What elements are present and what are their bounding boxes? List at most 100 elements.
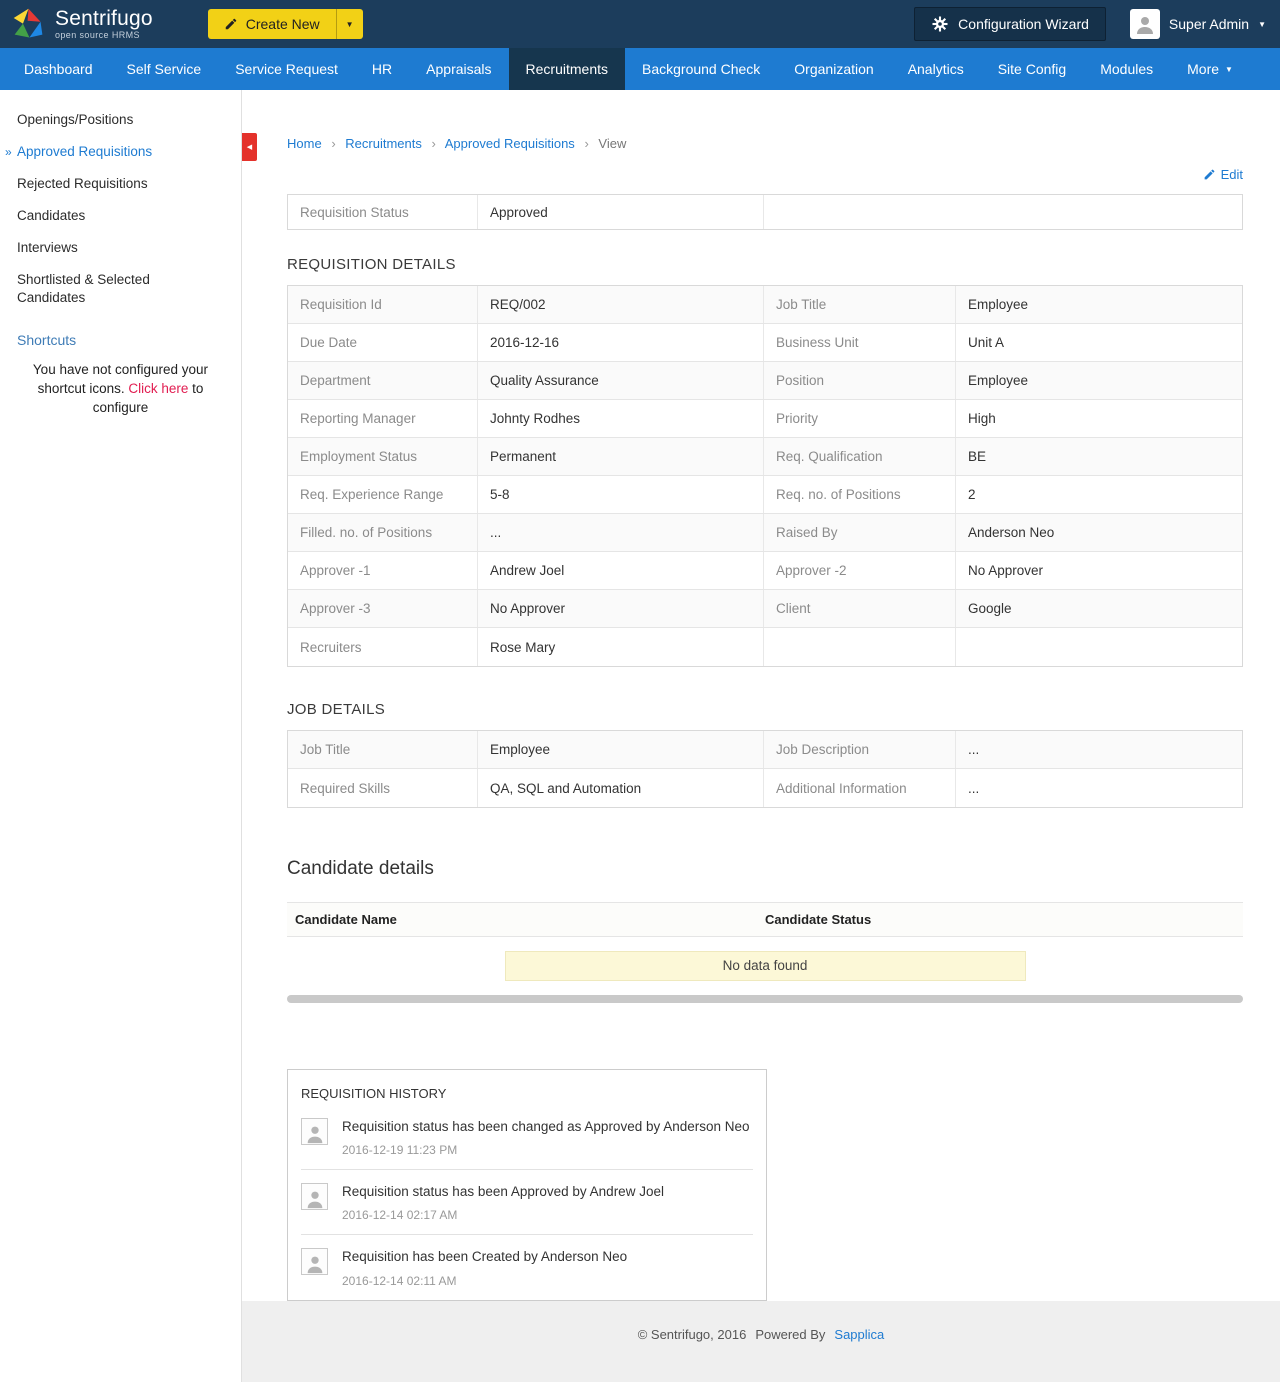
field-value: Permanent	[478, 438, 764, 475]
field-label: Approver -1	[288, 552, 478, 589]
nav-item-appraisals[interactable]: Appraisals	[409, 48, 508, 90]
configuration-wizard-button[interactable]: Configuration Wizard	[914, 7, 1106, 41]
sidebar-item-approved-requisitions[interactable]: » Approved Requisitions	[0, 136, 241, 168]
sidebar-item-rejected-requisitions[interactable]: Rejected Requisitions	[0, 168, 241, 200]
field-value: Johnty Rodhes	[478, 400, 764, 437]
field-label: Client	[764, 590, 956, 627]
requisition-history-panel: REQUISITION HISTORY Requisition status h…	[287, 1069, 767, 1301]
logo[interactable]: Sentrifugo open source HRMS	[10, 6, 153, 43]
field-value: Approved	[478, 195, 764, 229]
nav-item-recruitments[interactable]: Recruitments	[508, 48, 625, 90]
candidate-details-heading: Candidate details	[287, 858, 434, 879]
nav-item-more[interactable]: More ▼	[1170, 48, 1250, 90]
requisition-history-heading: REQUISITION HISTORY	[301, 1086, 447, 1101]
nav-label: HR	[371, 61, 393, 77]
requisition-details-heading: REQUISITION DETAILS	[287, 256, 456, 273]
sidebar-item-candidates[interactable]: Candidates	[0, 200, 241, 232]
nav-item-analytics[interactable]: Analytics	[891, 48, 981, 90]
table-row: Requisition Status Approved	[288, 195, 1242, 229]
table-row: Approver -3 No Approver Client Google	[288, 590, 1242, 628]
field-value: REQ/002	[478, 286, 764, 323]
history-timestamp: 2016-12-14 02:11 AM	[342, 1273, 457, 1288]
brand-text: Sentrifugo open source HRMS	[55, 8, 153, 40]
nav-item-self-service[interactable]: Self Service	[110, 48, 219, 90]
sidebar-collapse-button[interactable]: ◀	[242, 133, 257, 161]
field-label: Business Unit	[764, 324, 956, 361]
candidate-table: Candidate Name Candidate Status No data …	[287, 902, 1243, 1003]
nav-item-site-config[interactable]: Site Config	[981, 48, 1083, 90]
nav-label: Appraisals	[426, 61, 492, 77]
field-value: 2	[968, 487, 976, 502]
powered-by-text: Powered By	[755, 1326, 826, 1342]
app-header: Sentrifugo open source HRMS Create New ▼	[0, 0, 1280, 48]
create-new-button[interactable]: Create New ▼	[207, 9, 363, 39]
field-label: Additional Information	[764, 769, 956, 807]
nav-item-modules[interactable]: Modules	[1083, 48, 1170, 90]
history-text: Requisition status has been Approved by …	[342, 1184, 664, 1200]
table-row: Department Quality Assurance Position Em…	[288, 362, 1242, 400]
requisition-status-table: Requisition Status Approved	[287, 194, 1243, 230]
field-value: 2016-12-16	[478, 324, 764, 361]
sidebar-item-openings-positions[interactable]: Openings/Positions	[0, 104, 241, 136]
sapplica-link[interactable]: Sapplica	[834, 1327, 884, 1382]
field-label: Reporting Manager	[288, 400, 478, 437]
sidebar-item-label: Openings/Positions	[17, 112, 134, 127]
breadcrumb-home[interactable]: Home	[287, 136, 322, 151]
create-new-dropdown[interactable]: ▼	[335, 9, 363, 39]
nav-item-dashboard[interactable]: Dashboard	[7, 48, 110, 90]
chevron-down-icon: ▼	[1258, 19, 1266, 29]
breadcrumb: Home › Recruitments › Approved Requisiti…	[287, 136, 1243, 151]
nav-item-hr[interactable]: HR	[355, 48, 409, 90]
nav-label: Service Request	[235, 61, 338, 77]
sidebar-item-label: Interviews	[17, 240, 78, 255]
avatar-icon	[301, 1183, 328, 1211]
field-value: Unit A	[968, 335, 1005, 350]
field-value: Quality Assurance	[478, 362, 764, 399]
nav-item-organization[interactable]: Organization	[777, 48, 890, 90]
breadcrumb-current: View	[598, 136, 627, 151]
field-value: ...	[478, 514, 764, 551]
nav-label: Site Config	[997, 61, 1067, 77]
create-new-label: Create New	[245, 16, 320, 32]
history-item: Requisition has been Created by Anderson…	[301, 1235, 753, 1299]
field-value: ...	[968, 780, 980, 796]
avatar	[1129, 9, 1160, 39]
requisition-details-table: Requisition Id REQ/002 Job Title Employe…	[287, 285, 1243, 667]
sidebar-item-shortlisted-selected[interactable]: Shortlisted & Selected Candidates	[0, 264, 185, 314]
table-row: Requisition Id REQ/002 Job Title Employe…	[288, 286, 1242, 324]
sidebar-item-interviews[interactable]: Interviews	[0, 232, 241, 264]
chevron-down-icon: ▼	[1225, 64, 1233, 74]
nav-item-service-request[interactable]: Service Request	[218, 48, 355, 90]
breadcrumb-separator: ›	[431, 136, 436, 151]
field-label: Req. Experience Range	[288, 476, 478, 513]
edit-button[interactable]: Edit	[1203, 167, 1243, 182]
user-menu[interactable]: Super Admin ▼	[1129, 9, 1266, 39]
sentrifugo-logo-icon	[10, 6, 47, 43]
configure-shortcuts-link[interactable]: Click here	[128, 381, 188, 396]
field-label: Required Skills	[288, 769, 478, 807]
field-value: No Approver	[968, 563, 1044, 578]
nav-item-background-check[interactable]: Background Check	[625, 48, 777, 90]
field-label: Department	[288, 362, 478, 399]
field-label: Due Date	[288, 324, 478, 361]
breadcrumb-recruitments[interactable]: Recruitments	[345, 136, 422, 151]
field-label: Approver -3	[288, 590, 478, 627]
breadcrumb-separator: ›	[584, 136, 589, 151]
horizontal-scrollbar[interactable]	[287, 995, 1243, 1003]
field-label: Filled. no. of Positions	[288, 514, 478, 551]
job-details-table: Job Title Employee Job Description ... R…	[287, 730, 1243, 808]
sidebar-item-label: Candidates	[17, 208, 86, 223]
field-label: Employment Status	[288, 438, 478, 475]
no-data-message: No data found	[504, 951, 1026, 981]
history-text: Requisition has been Created by Anderson…	[342, 1249, 628, 1265]
candidate-table-header: Candidate Name Candidate Status	[287, 902, 1243, 937]
copyright-text: © Sentrifugo, 2016	[637, 1326, 747, 1342]
field-value: Employee	[968, 297, 1029, 312]
nav-label: Modules	[1100, 61, 1154, 77]
field-label: Requisition Id	[288, 286, 478, 323]
breadcrumb-approved-requisitions[interactable]: Approved Requisitions	[445, 136, 575, 151]
field-label: Priority	[764, 400, 956, 437]
field-value: Anderson Neo	[968, 525, 1055, 540]
field-label: Recruiters	[288, 628, 478, 666]
field-label: Position	[764, 362, 956, 399]
